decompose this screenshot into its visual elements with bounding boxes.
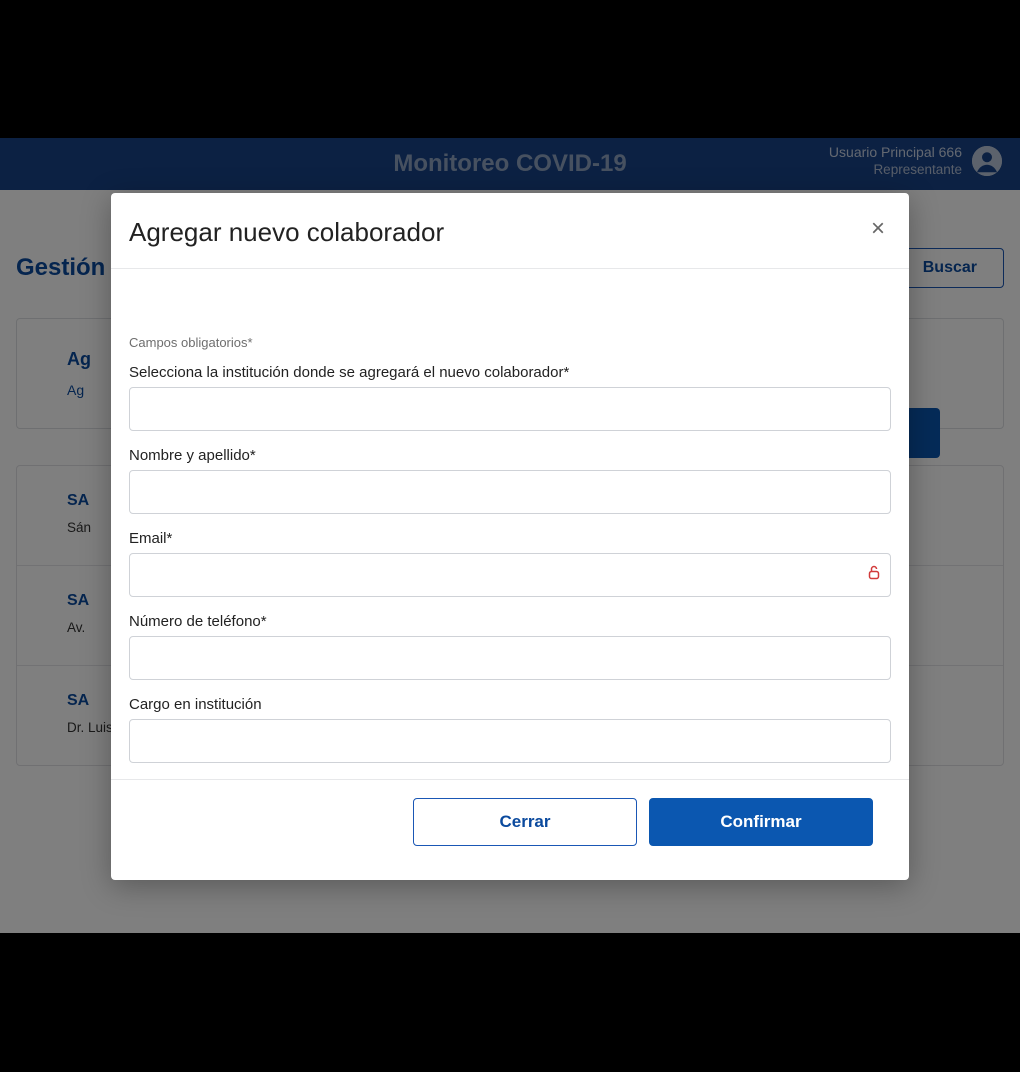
field-name: Nombre y apellido* — [129, 447, 891, 514]
phone-label: Número de teléfono* — [129, 613, 891, 630]
email-input[interactable] — [129, 553, 891, 597]
modal-header: Agregar nuevo colaborador × — [111, 193, 909, 269]
confirmar-button[interactable]: Confirmar — [649, 798, 873, 846]
phone-input[interactable] — [129, 636, 891, 680]
role-input[interactable] — [129, 719, 891, 763]
agregar-colaborador-modal: Agregar nuevo colaborador × Campos oblig… — [111, 193, 909, 880]
lock-icon — [867, 565, 881, 586]
role-label: Cargo en institución — [129, 696, 891, 713]
email-label: Email* — [129, 530, 891, 547]
field-phone: Número de teléfono* — [129, 613, 891, 680]
name-label: Nombre y apellido* — [129, 447, 891, 464]
modal-title: Agregar nuevo colaborador — [129, 217, 444, 248]
institution-input[interactable] — [129, 387, 891, 431]
field-institution: Selecciona la institución donde se agreg… — [129, 364, 891, 431]
required-fields-note: Campos obligatorios* — [129, 335, 891, 350]
institution-label: Selecciona la institución donde se agreg… — [129, 364, 891, 381]
modal-footer: Cerrar Confirmar — [129, 780, 891, 872]
close-icon[interactable]: × — [865, 217, 891, 241]
name-input[interactable] — [129, 470, 891, 514]
cerrar-button[interactable]: Cerrar — [413, 798, 637, 846]
field-email: Email* — [129, 530, 891, 597]
field-role: Cargo en institución — [129, 696, 891, 763]
